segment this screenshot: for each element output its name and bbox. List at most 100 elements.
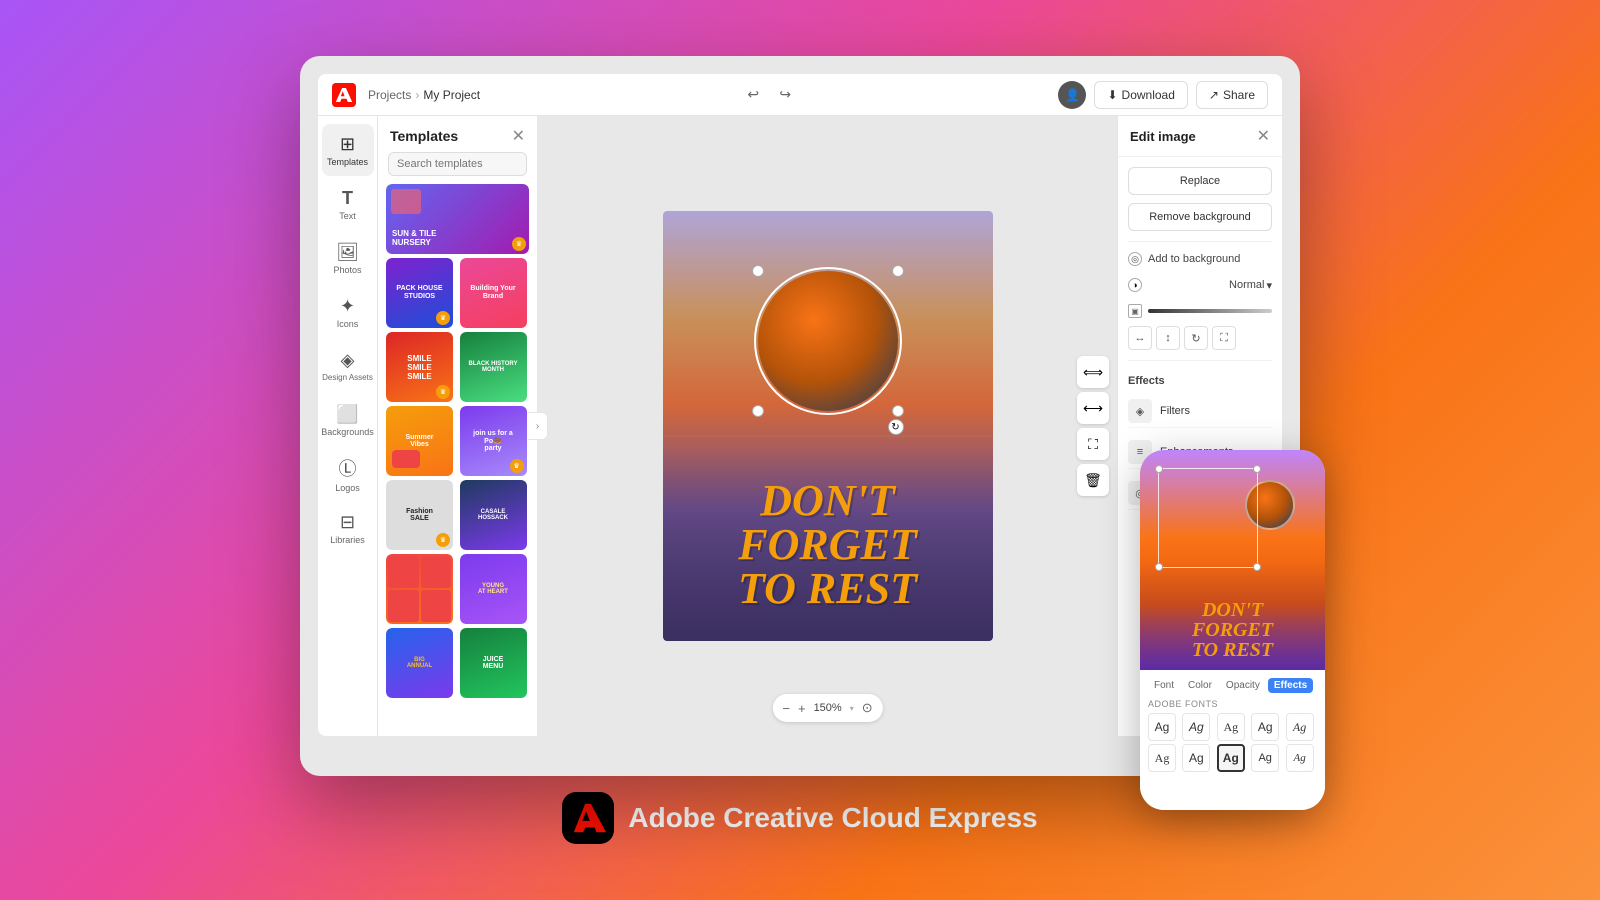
template-card-2[interactable]: PACK HOUSESTUDIOS ♛	[386, 258, 456, 328]
crown-badge-2: ♛	[436, 311, 450, 325]
phone-tabs: Font Color Opacity Effects	[1148, 678, 1317, 693]
phone-font-1[interactable]: Ag	[1148, 713, 1176, 741]
template-card-5[interactable]: BLACK HISTORYMONTH	[460, 332, 530, 402]
app-body: ⊞ Templates T Text 🖼 Photos ✦ Icons ◈	[318, 116, 1282, 736]
template-row-4: SummerVibes join us for aPo🍩party ♛	[386, 406, 529, 476]
flip-horizontal-button[interactable]: ⟺	[1077, 356, 1109, 388]
replace-button[interactable]: Replace	[1128, 167, 1272, 195]
add-to-bg-row[interactable]: ◎ Add to background	[1128, 252, 1272, 266]
phone-font-3[interactable]: Ag	[1217, 713, 1245, 741]
templates-search-input[interactable]	[388, 152, 527, 176]
undo-button[interactable]: ↩	[741, 83, 765, 107]
templates-header: Templates ✕	[378, 116, 537, 152]
canvas-tools: ⟺ ⟷ ⛶ 🗑	[1077, 356, 1109, 496]
bottom-branding: Adobe Creative Cloud Express	[562, 792, 1037, 844]
flip-v-icon-btn[interactable]: ↕	[1156, 326, 1180, 350]
rotation-handle[interactable]: ↻	[888, 419, 904, 435]
template-card-3[interactable]: Building Your Brand	[460, 258, 530, 328]
photos-icon: 🖼	[336, 242, 359, 263]
share-button[interactable]: ↗ Share	[1196, 81, 1268, 109]
crown-badge-1: ♛	[512, 237, 526, 251]
handle-top-left[interactable]	[752, 265, 764, 277]
sidebar-item-backgrounds[interactable]: ⬜ Backgrounds	[322, 394, 374, 446]
transform-icons-row: ↔ ↕ ↻ ⛶	[1128, 326, 1272, 350]
handle-bottom-left[interactable]	[752, 405, 764, 417]
opacity-slider[interactable]	[1148, 309, 1272, 313]
crop-icon-btn[interactable]: ⛶	[1212, 326, 1236, 350]
sidebar-item-photos[interactable]: 🖼 Photos	[322, 232, 374, 284]
phone-bottom-panel: Font Color Opacity Effects ADOBE FONTS A…	[1140, 670, 1325, 810]
phone-font-5[interactable]: Ag	[1286, 713, 1314, 741]
filters-row[interactable]: ◈ Filters	[1128, 395, 1272, 428]
phone-handle-tl	[1155, 465, 1163, 473]
templates-close-button[interactable]: ✕	[512, 126, 525, 146]
template-card-9[interactable]: CASALEHOSSACK	[460, 480, 530, 550]
template-row: SUN & TILENURSERY ♛	[386, 184, 529, 254]
phone-tab-font[interactable]: Font	[1148, 678, 1180, 693]
filters-icon: ◈	[1128, 399, 1152, 423]
phone-handle-br	[1253, 563, 1261, 571]
edit-panel-close-button[interactable]: ✕	[1257, 126, 1270, 146]
templates-grid: SUN & TILENURSERY ♛ PACK HOUSESTUDIOS	[378, 184, 537, 736]
phone-font-2[interactable]: Ag	[1182, 713, 1210, 741]
sidebar-item-logos[interactable]: Ⓛ Logos	[322, 448, 374, 500]
add-to-bg-label: Add to background	[1148, 253, 1240, 265]
phone-font-7[interactable]: Ag	[1182, 744, 1210, 772]
breadcrumb-current: My Project	[423, 88, 480, 102]
fit-to-screen-button[interactable]: ⊙	[862, 700, 873, 716]
template-card-1[interactable]: SUN & TILENURSERY ♛	[386, 184, 529, 254]
template-card-11[interactable]: YOUNGAT HEART	[460, 554, 530, 624]
top-bar: Projects › My Project ↩ ↪ 👤 ⬇ Download ↗…	[318, 74, 1282, 116]
canvas-container[interactable]: DON'T FORGET TO REST	[663, 211, 993, 641]
template-card-8[interactable]: FashionSALE ♛	[386, 480, 456, 550]
panel-toggle-button[interactable]: ›	[528, 412, 548, 440]
phone-font-9[interactable]: Ag	[1251, 744, 1279, 772]
templates-icon: ⊞	[340, 134, 355, 155]
delete-button[interactable]: 🗑	[1077, 464, 1109, 496]
sidebar-item-design-assets[interactable]: ◈ Design Assets	[322, 340, 374, 392]
flip-vertical-button[interactable]: ⟷	[1077, 392, 1109, 424]
rotate-icon-btn[interactable]: ↻	[1184, 326, 1208, 350]
template-card-4[interactable]: SMILESMILESMILE ♛	[386, 332, 456, 402]
template-card-6[interactable]: SummerVibes	[386, 406, 456, 476]
template-card-10[interactable]	[386, 554, 456, 624]
breadcrumb-projects[interactable]: Projects	[368, 88, 411, 102]
phone-selection-box	[1158, 468, 1258, 568]
phone-tab-effects[interactable]: Effects	[1268, 678, 1313, 693]
adobe-logo	[332, 83, 356, 107]
icons-icon: ✦	[340, 296, 355, 317]
crop-button[interactable]: ⛶	[1077, 428, 1109, 460]
phone-font-8[interactable]: Ag	[1217, 744, 1245, 772]
templates-title: Templates	[390, 128, 458, 144]
user-avatar[interactable]: 👤	[1058, 81, 1086, 109]
canvas-main-text: DON'T FORGET TO REST	[663, 479, 993, 611]
zoom-chevron[interactable]: ▾	[850, 704, 854, 713]
phone-font-10[interactable]: Ag	[1286, 744, 1314, 772]
phone-tab-opacity[interactable]: Opacity	[1220, 678, 1266, 693]
template-card-12[interactable]: BIGANNUAL	[386, 628, 456, 698]
redo-button[interactable]: ↪	[773, 83, 797, 107]
phone-handle-bl	[1155, 563, 1163, 571]
sidebar-item-text[interactable]: T Text	[322, 178, 374, 230]
phone-font-6[interactable]: Ag	[1148, 744, 1176, 772]
handle-bottom-right[interactable]	[892, 405, 904, 417]
phone-font-4[interactable]: Ag	[1251, 713, 1279, 741]
flip-h-icon-btn[interactable]: ↔	[1128, 326, 1152, 350]
template-card-7[interactable]: join us for aPo🍩party ♛	[460, 406, 530, 476]
template-card-13[interactable]: JUICEMENU	[460, 628, 530, 698]
zoom-in-button[interactable]: +	[798, 701, 806, 716]
selected-element[interactable]: ↻	[758, 271, 898, 411]
download-button[interactable]: ⬇ Download	[1094, 81, 1187, 109]
blend-mode-select[interactable]: Normal ▾	[1229, 279, 1272, 292]
canvas-area: DON'T FORGET TO REST	[538, 116, 1117, 736]
phone-tab-color[interactable]: Color	[1182, 678, 1218, 693]
breadcrumb: Projects › My Project	[368, 88, 480, 102]
handle-top-right[interactable]	[892, 265, 904, 277]
phone-screen-top: DON'TFORGETTO REST	[1140, 450, 1325, 670]
zoom-out-button[interactable]: −	[782, 701, 790, 716]
sidebar-item-libraries[interactable]: ⊟ Libraries	[322, 502, 374, 554]
remove-bg-button[interactable]: Remove background	[1128, 203, 1272, 231]
sidebar-item-icons[interactable]: ✦ Icons	[322, 286, 374, 338]
sidebar-item-templates[interactable]: ⊞ Templates	[322, 124, 374, 176]
sidebar-icons: ⊞ Templates T Text 🖼 Photos ✦ Icons ◈	[318, 116, 378, 736]
